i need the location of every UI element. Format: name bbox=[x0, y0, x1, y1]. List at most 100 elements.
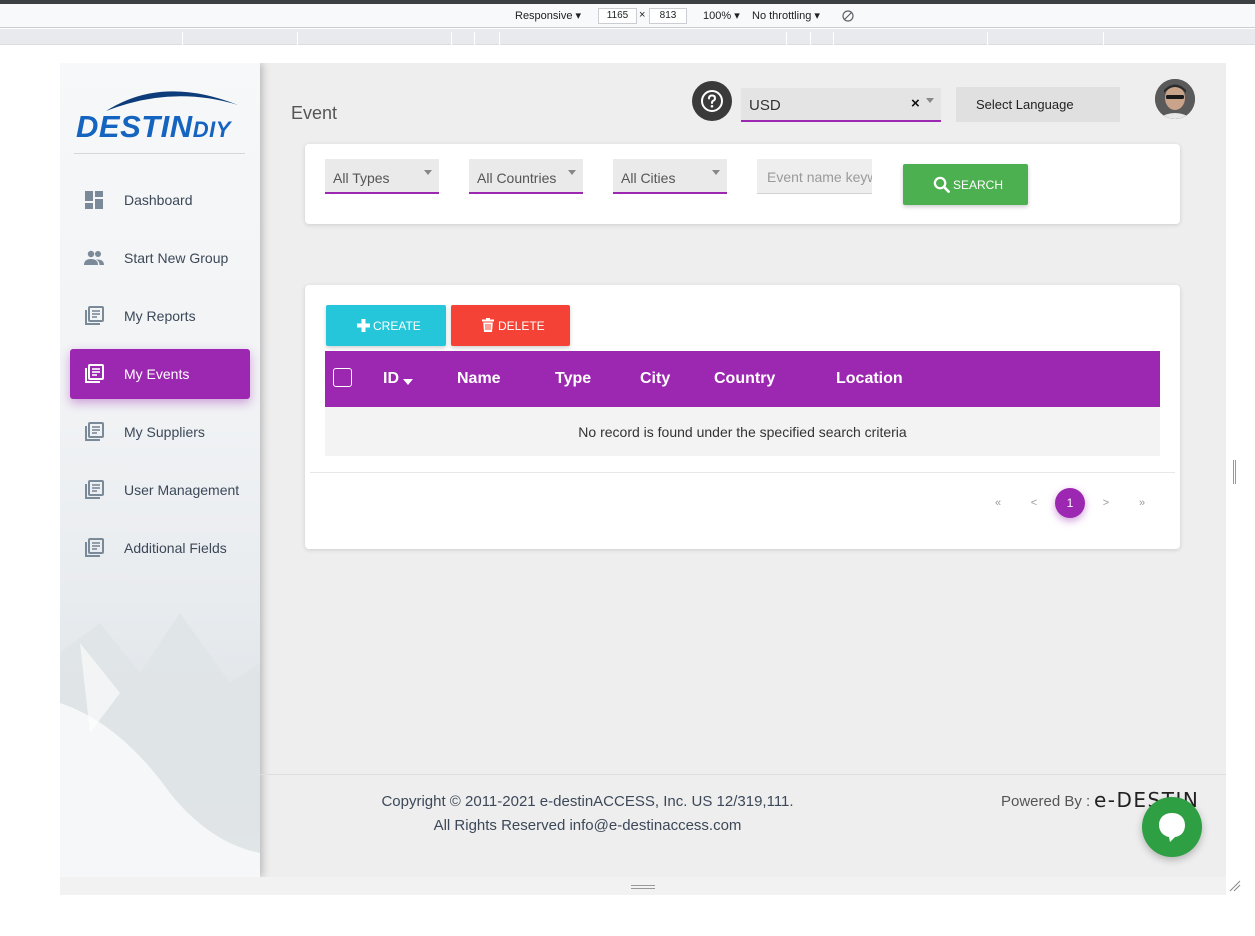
help-button[interactable] bbox=[692, 81, 732, 121]
column-header-id[interactable]: ID bbox=[383, 370, 399, 388]
chevron-down-icon bbox=[424, 170, 432, 175]
sidebar-item-dashboard[interactable]: Dashboard bbox=[70, 175, 250, 225]
plus-icon bbox=[357, 319, 370, 332]
type-select-value: All Types bbox=[333, 170, 390, 186]
powered-by-label: Powered By : bbox=[1001, 793, 1091, 810]
select-all-checkbox[interactable] bbox=[333, 368, 352, 387]
filter-card: All Types All Countries All Cities SEARC… bbox=[305, 144, 1180, 224]
mountain-background bbox=[60, 613, 260, 877]
group-icon bbox=[84, 250, 104, 265]
resize-corner-icon[interactable] bbox=[1229, 880, 1241, 892]
sidebar-item-label: My Events bbox=[124, 366, 190, 382]
event-keyword-field bbox=[757, 159, 872, 194]
sidebar-item-my-reports[interactable]: My Reports bbox=[70, 291, 250, 341]
search-button[interactable]: SEARCH bbox=[903, 164, 1028, 205]
sidebar-item-my-events[interactable]: My Events bbox=[70, 349, 250, 399]
throttling-label: No throttling bbox=[752, 10, 812, 22]
language-select-button[interactable]: Select Language bbox=[956, 87, 1120, 122]
currency-clear-button[interactable]: × bbox=[911, 95, 920, 112]
device-label: Responsive bbox=[515, 10, 573, 22]
country-select[interactable]: All Countries bbox=[469, 159, 583, 194]
pagination-page-current[interactable]: 1 bbox=[1055, 488, 1085, 518]
avatar[interactable] bbox=[1155, 79, 1195, 119]
zoom-select[interactable]: 100% ▾ bbox=[703, 9, 740, 22]
sidebar-item-user-management[interactable]: User Management bbox=[70, 465, 250, 515]
create-button-label: CREATE bbox=[373, 319, 421, 333]
column-header-city[interactable]: City bbox=[640, 370, 670, 388]
library-books-icon bbox=[85, 306, 104, 325]
sort-desc-icon[interactable] bbox=[403, 379, 413, 385]
pagination-first[interactable]: « bbox=[983, 488, 1013, 518]
footer-rights: All Rights Reserved info@e-destinaccess.… bbox=[433, 817, 742, 834]
table-header: ID Name Type City Country Location bbox=[325, 351, 1160, 407]
library-books-icon bbox=[85, 364, 104, 383]
search-icon bbox=[933, 176, 950, 193]
empty-table-row: No record is found under the specified s… bbox=[325, 407, 1160, 456]
type-select[interactable]: All Types bbox=[325, 159, 439, 194]
media-query-ruler[interactable] bbox=[0, 29, 1255, 45]
resize-handle-bottom[interactable] bbox=[631, 885, 655, 889]
chevron-down-icon bbox=[568, 170, 576, 175]
devtools-device-toolbar: Responsive ▾ 1165 × 813 100% ▾ No thrott… bbox=[0, 4, 1255, 28]
pagination-prev[interactable]: < bbox=[1019, 488, 1049, 518]
delete-button[interactable]: DELETE bbox=[451, 305, 570, 346]
column-header-location[interactable]: Location bbox=[836, 370, 903, 388]
sidebar-item-my-suppliers[interactable]: My Suppliers bbox=[70, 407, 250, 457]
currency-select[interactable]: USD × bbox=[741, 88, 941, 122]
currency-value: USD bbox=[749, 97, 781, 114]
city-select[interactable]: All Cities bbox=[613, 159, 727, 194]
column-header-type[interactable]: Type bbox=[555, 370, 591, 388]
logo-wordmark: DESTINDIY bbox=[76, 109, 231, 145]
table-divider bbox=[310, 472, 1175, 473]
chevron-down-icon bbox=[712, 170, 720, 175]
logo-diy-text: DIY bbox=[192, 117, 231, 142]
library-books-icon bbox=[85, 480, 104, 499]
create-button[interactable]: CREATE bbox=[326, 305, 446, 346]
sidebar-item-label: My Reports bbox=[124, 308, 196, 324]
dashboard-icon bbox=[85, 191, 103, 209]
zoom-label: 100% bbox=[703, 10, 732, 22]
throttling-select[interactable]: No throttling ▾ bbox=[752, 9, 820, 22]
sidebar-item-label: Additional Fields bbox=[124, 540, 227, 556]
pagination-last[interactable]: » bbox=[1127, 488, 1157, 518]
sidebar-item-label: Dashboard bbox=[124, 192, 193, 208]
column-header-name[interactable]: Name bbox=[457, 370, 501, 388]
chat-button[interactable] bbox=[1142, 797, 1202, 857]
library-books-icon bbox=[85, 422, 104, 441]
help-icon bbox=[701, 90, 723, 112]
library-books-icon bbox=[85, 538, 104, 557]
footer-copyright: Copyright © 2011-2021 e-destinACCESS, In… bbox=[381, 793, 794, 810]
event-keyword-input[interactable] bbox=[757, 159, 872, 194]
logo-destin-text: DESTIN bbox=[76, 109, 193, 144]
country-select-value: All Countries bbox=[477, 170, 557, 186]
page-viewport: DESTINDIY Dashboard Start New Group My R… bbox=[60, 63, 1226, 877]
sidebar-item-label: User Management bbox=[124, 482, 240, 498]
empty-message: No record is found under the specified s… bbox=[578, 424, 907, 440]
column-header-country[interactable]: Country bbox=[714, 370, 775, 388]
resize-handle-right[interactable] bbox=[1233, 460, 1236, 484]
city-select-value: All Cities bbox=[621, 170, 676, 186]
events-table-card: CREATE DELETE ID Name Type City Country … bbox=[305, 285, 1180, 549]
user-avatar-icon bbox=[1155, 79, 1195, 119]
sidebar-item-label: My Suppliers bbox=[124, 424, 205, 440]
sidebar: DESTINDIY Dashboard Start New Group My R… bbox=[60, 63, 260, 877]
width-input[interactable]: 1165 bbox=[598, 8, 637, 24]
footer-divider bbox=[260, 774, 1226, 775]
sidebar-item-start-new-group[interactable]: Start New Group bbox=[70, 233, 250, 283]
rotate-icon[interactable] bbox=[842, 10, 854, 22]
height-input[interactable]: 813 bbox=[649, 8, 687, 24]
chat-bubble-icon bbox=[1159, 813, 1185, 842]
delete-button-label: DELETE bbox=[498, 319, 545, 333]
pagination-next[interactable]: > bbox=[1091, 488, 1121, 518]
logo-divider bbox=[74, 153, 245, 154]
destin-diy-logo[interactable]: DESTINDIY bbox=[76, 81, 246, 144]
trash-icon bbox=[482, 318, 494, 332]
device-select[interactable]: Responsive ▾ bbox=[515, 9, 581, 22]
sidebar-item-additional-fields[interactable]: Additional Fields bbox=[70, 523, 250, 573]
language-label: Select Language bbox=[976, 97, 1074, 112]
search-button-label: SEARCH bbox=[953, 178, 1004, 192]
sidebar-item-label: Start New Group bbox=[124, 250, 229, 266]
chevron-down-icon bbox=[926, 98, 934, 103]
times-sign: × bbox=[639, 9, 646, 21]
page-title: Event bbox=[291, 103, 338, 123]
